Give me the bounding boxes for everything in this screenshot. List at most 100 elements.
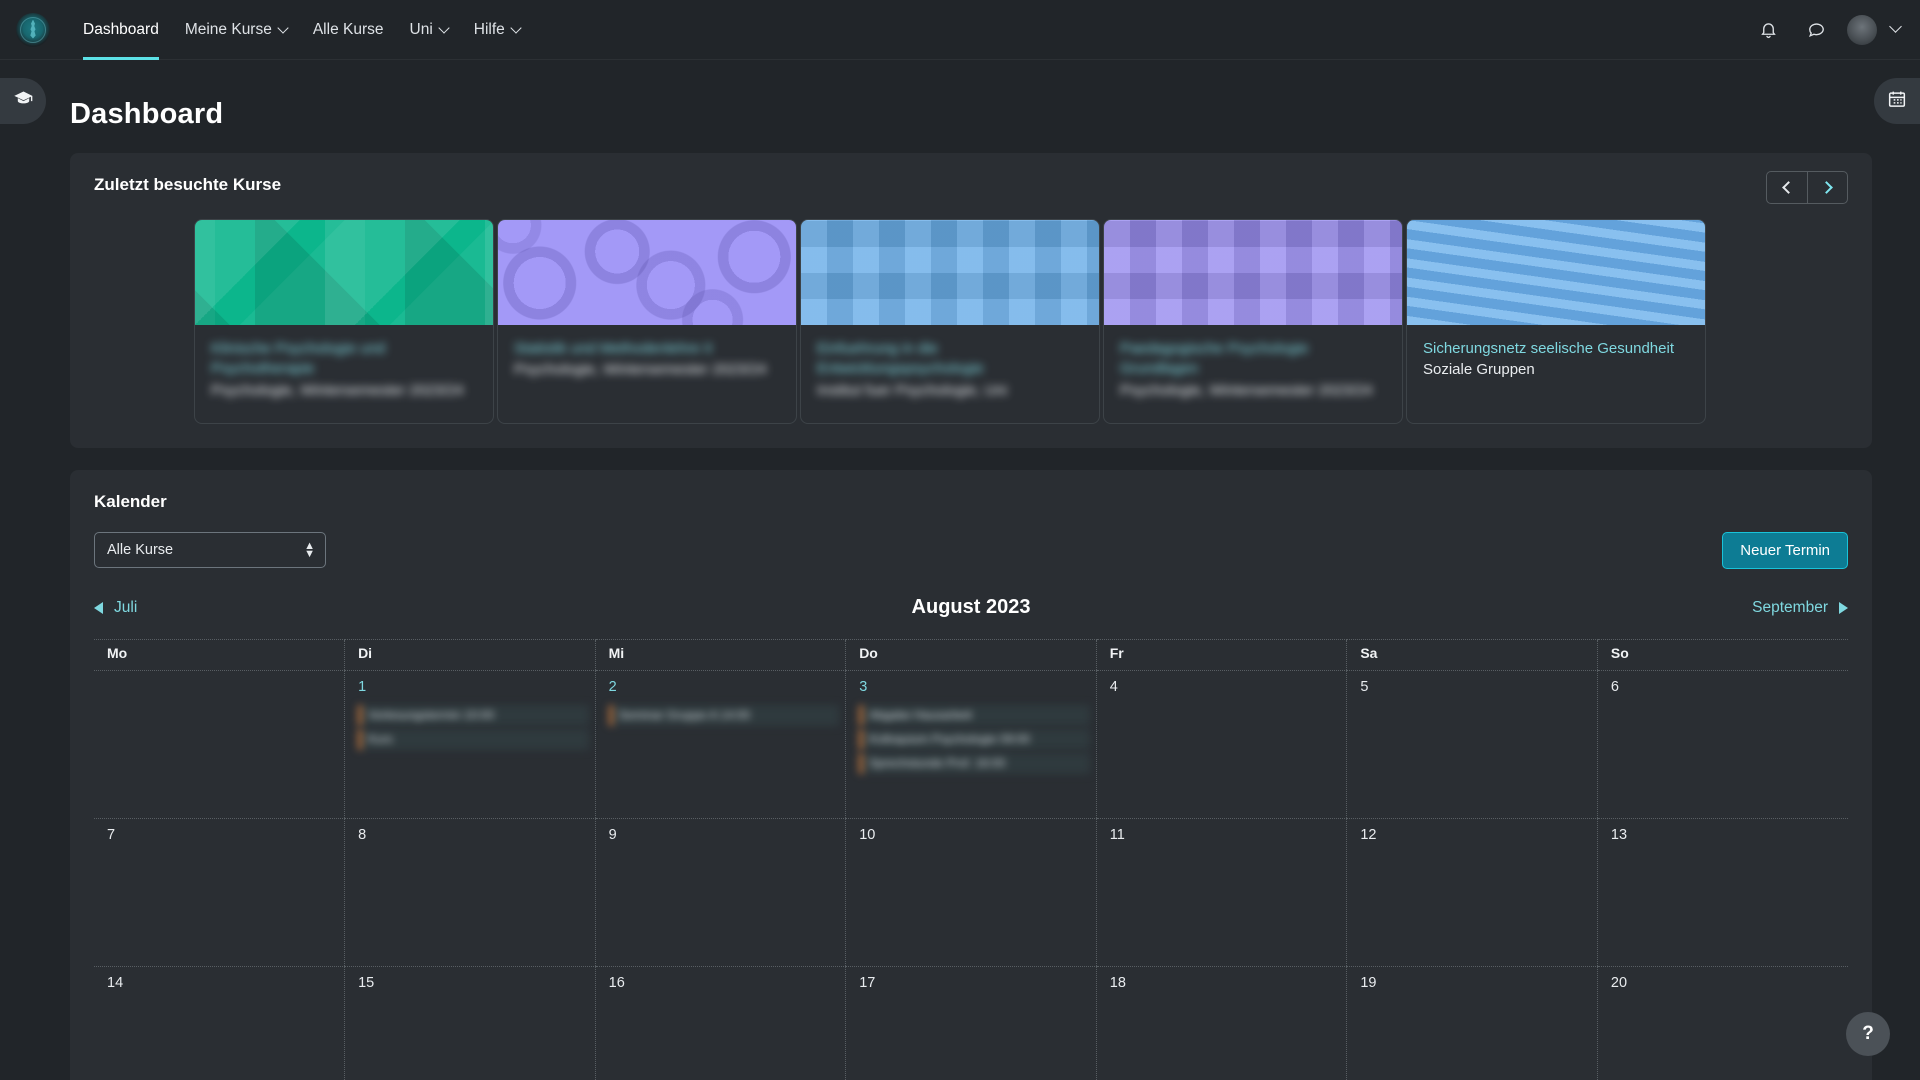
course-card-list: Klinische Psychologie und Psychotherapie…: [94, 219, 1848, 424]
carousel-next-button[interactable]: [1807, 172, 1847, 203]
day-number[interactable]: 4: [1110, 679, 1341, 695]
calendar-event-label: Abgabe Hausarbeit: [869, 707, 972, 722]
course-subtitle: Psychologie, Wintersemester 2023/24: [211, 381, 464, 399]
day-number[interactable]: 16: [609, 975, 840, 991]
day-number[interactable]: 17: [859, 975, 1090, 991]
nav-item-label: Hilfe: [473, 20, 505, 38]
calendar-icon: [1887, 89, 1907, 114]
calendar-day-cell[interactable]: 2 Seminar Gruppe A 14:00: [594, 670, 846, 819]
calendar-day-cell[interactable]: 7: [94, 818, 345, 967]
calendar-event[interactable]: Seminar Gruppe A 14:00: [608, 704, 840, 726]
day-number[interactable]: 3: [859, 679, 1090, 695]
course-name-link[interactable]: Sicherungsnetz seelische Gesundheit: [1423, 339, 1689, 359]
day-number[interactable]: 8: [358, 827, 589, 843]
calendar-week-row: 1 Vorlesungstermin 10:00 Kurs 2 Seminar Grup…: [94, 670, 1848, 819]
course-name-link[interactable]: Klinische Psychologie und Psychotherapie: [211, 339, 477, 380]
calendar-day-cell[interactable]: 4: [1095, 670, 1347, 819]
messages-speech-bubble-icon[interactable]: [1799, 13, 1833, 47]
nav-item-label: Meine Kurse: [184, 20, 272, 38]
calendar-event-label: Vorlesungstermin 10:00: [368, 707, 495, 722]
calendar-day-cell[interactable]: 20: [1596, 966, 1848, 1080]
calendar-day-cell[interactable]: 11: [1095, 818, 1347, 967]
help-button[interactable]: ?: [1846, 1012, 1890, 1056]
user-avatar[interactable]: [1847, 14, 1877, 45]
calendar-day-cell[interactable]: 1 Vorlesungstermin 10:00 Kurs: [344, 670, 596, 819]
course-index-drawer-toggle[interactable]: [0, 78, 46, 124]
calendar-day-cell[interactable]: 18: [1095, 966, 1347, 1080]
calendar-day-cell[interactable]: 13: [1596, 818, 1848, 967]
day-number[interactable]: 1: [358, 679, 589, 695]
notifications-bell-icon[interactable]: [1751, 13, 1785, 47]
course-card-body: Paedagogische Psychologie Grundlagen Psyc…: [1104, 325, 1402, 423]
nav-item-dashboard[interactable]: Dashboard: [70, 0, 172, 60]
calendar-event-label: Seminar Gruppe A 14:00: [618, 707, 751, 722]
month-navigation: Juli August 2023 September: [94, 595, 1848, 621]
day-number[interactable]: 12: [1360, 827, 1591, 843]
calendar-day-cell[interactable]: [94, 670, 345, 819]
course-thumbnail: [1104, 220, 1402, 325]
course-filter-select[interactable]: Alle Kurse: [94, 532, 326, 569]
nav-item-alle-kurse[interactable]: Alle Kurse: [300, 0, 397, 60]
day-event-list: Vorlesungstermin 10:00 Kurs: [358, 704, 589, 750]
calendar-toolbar: Alle Kurse ▲ ▼ Neuer Termin: [94, 531, 1848, 569]
calendar-day-cell[interactable]: 16: [594, 966, 846, 1080]
day-number[interactable]: 10: [859, 827, 1090, 843]
day-number[interactable]: 11: [1110, 827, 1341, 843]
calendar-day-cell[interactable]: 5: [1346, 670, 1598, 819]
calendar-event[interactable]: Kurs: [358, 728, 589, 750]
calendar-day-cell[interactable]: 15: [344, 966, 596, 1080]
calendar-day-cell[interactable]: 14: [94, 966, 345, 1080]
course-card[interactable]: Statistik und Methodenlehre II Psychologi…: [497, 219, 797, 424]
previous-month-link[interactable]: Juli: [94, 599, 137, 617]
calendar-event-label: Kurs: [368, 731, 393, 746]
day-number[interactable]: 19: [1360, 975, 1591, 991]
calendar-event[interactable]: Kolloquium Psychologie 09:00: [859, 728, 1090, 750]
calendar-day-cell[interactable]: 6: [1596, 670, 1848, 819]
course-card-body: Statistik und Methodenlehre II Psychologi…: [498, 325, 796, 410]
graduation-cap-icon: [13, 88, 34, 114]
calendar-event[interactable]: Vorlesungstermin 10:00: [358, 704, 589, 726]
next-month-link[interactable]: September: [1752, 599, 1848, 617]
nav-item-hilfe[interactable]: Hilfe: [461, 0, 533, 60]
day-number[interactable]: 9: [609, 827, 840, 843]
day-number[interactable]: 13: [1611, 827, 1842, 843]
course-card[interactable]: Einfuehrung in die Entwicklungspsycholog…: [800, 219, 1100, 424]
day-number[interactable]: 20: [1611, 975, 1842, 991]
calendar-day-cell[interactable]: 9: [594, 818, 846, 967]
calendar-day-cell[interactable]: 3 Abgabe Hausarbeit Kolloquium Psychologie…: [845, 670, 1097, 819]
course-card-body: Klinische Psychologie und Psychotherapie…: [195, 325, 493, 423]
calendar-day-cell[interactable]: 19: [1346, 966, 1598, 1080]
nav-item-uni[interactable]: Uni: [397, 0, 461, 60]
user-menu-chevron-down-icon[interactable]: [1889, 20, 1902, 33]
triangle-right-icon: [1839, 601, 1848, 614]
course-filter-wrap: Alle Kurse ▲ ▼: [94, 532, 326, 569]
weekday-header-fr: Fr: [1095, 638, 1347, 671]
carousel-prev-button[interactable]: [1767, 172, 1807, 203]
day-event-list: Abgabe Hausarbeit Kolloquium Psychologie …: [859, 704, 1090, 774]
calendar-drawer-toggle[interactable]: [1874, 78, 1920, 124]
calendar-event[interactable]: Abgabe Hausarbeit: [859, 704, 1090, 726]
new-event-button[interactable]: Neuer Termin: [1722, 531, 1848, 569]
calendar-day-cell[interactable]: 8: [344, 818, 596, 967]
course-card[interactable]: Sicherungsnetz seelische Gesundheit Sozia…: [1406, 219, 1706, 424]
university-logo[interactable]: [16, 12, 50, 47]
course-name-link[interactable]: Statistik und Methodenlehre II: [514, 339, 780, 359]
course-card[interactable]: Klinische Psychologie und Psychotherapie…: [194, 219, 494, 424]
course-name-link[interactable]: Paedagogische Psychologie Grundlagen: [1120, 339, 1386, 380]
calendar-day-cell[interactable]: 12: [1346, 818, 1598, 967]
day-number[interactable]: 2: [609, 679, 840, 695]
chevron-down-icon: [277, 21, 289, 34]
day-number[interactable]: 6: [1611, 679, 1842, 695]
course-card[interactable]: Paedagogische Psychologie Grundlagen Psyc…: [1103, 219, 1403, 424]
calendar-day-cell[interactable]: 10: [845, 818, 1097, 967]
chevron-right-icon: [1819, 181, 1833, 194]
calendar-day-cell[interactable]: 17: [845, 966, 1097, 1080]
day-number[interactable]: 14: [107, 975, 338, 991]
course-name-link[interactable]: Einfuehrung in die Entwicklungspsycholog…: [817, 339, 1083, 380]
calendar-event[interactable]: Sprechstunde Prof. 16:00: [859, 752, 1090, 774]
day-number[interactable]: 5: [1360, 679, 1591, 695]
nav-item-meine-kurse[interactable]: Meine Kurse: [172, 0, 300, 60]
day-number[interactable]: 7: [107, 827, 338, 843]
day-number[interactable]: 18: [1110, 975, 1341, 991]
day-number[interactable]: 15: [358, 975, 589, 991]
